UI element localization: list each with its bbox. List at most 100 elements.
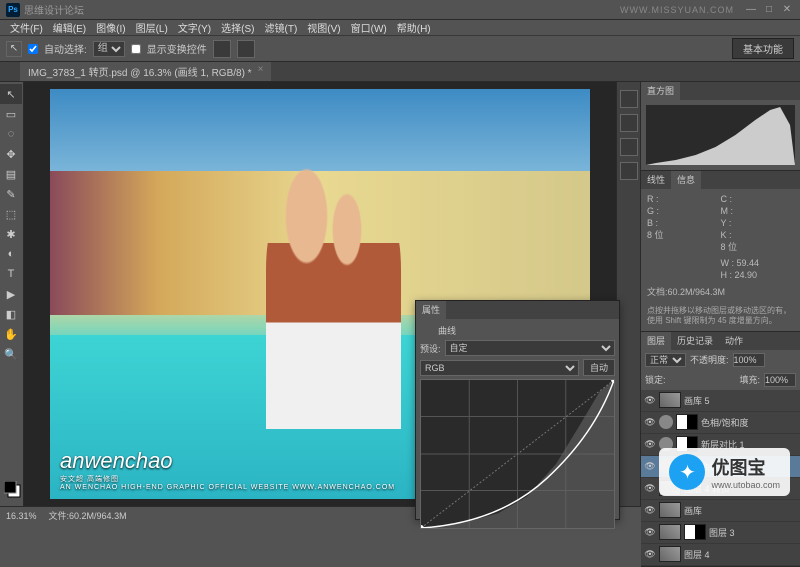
menu-file[interactable]: 文件(F) <box>6 20 47 35</box>
histogram-tab[interactable]: 直方图 <box>641 82 680 100</box>
auto-select-checkbox[interactable] <box>28 44 38 54</box>
crop-tool[interactable]: ▤ <box>0 164 22 184</box>
panel-icon-4[interactable] <box>620 162 638 180</box>
lasso-tool[interactable]: ◌ <box>0 124 22 144</box>
transform-label: 显示变换控件 <box>147 41 207 56</box>
minimize-button[interactable]: — <box>744 4 758 15</box>
move-tool[interactable]: ↖ <box>0 84 22 104</box>
menu-filter[interactable]: 滤镜(T) <box>261 20 302 35</box>
layer-row[interactable]: 👁画库 5 <box>641 390 800 412</box>
menu-window[interactable]: 窗口(W) <box>347 20 391 35</box>
visibility-icon[interactable]: 👁 <box>644 395 656 406</box>
channel-dropdown[interactable]: RGB <box>420 360 579 376</box>
properties-panel[interactable]: 属性 曲线 预设: 自定 RGB自动 <box>415 300 620 520</box>
nav-tab[interactable]: 线性 <box>641 171 671 189</box>
align-icon[interactable] <box>213 40 231 58</box>
visibility-icon[interactable]: 👁 <box>644 527 656 538</box>
menu-help[interactable]: 帮助(H) <box>393 20 435 35</box>
info-tab[interactable]: 信息 <box>671 171 701 189</box>
transform-checkbox[interactable] <box>131 44 141 54</box>
curves-graph[interactable] <box>420 379 615 529</box>
layer-mask <box>676 414 698 430</box>
panel-icon-2[interactable] <box>620 114 638 132</box>
layer-thumb <box>659 524 681 540</box>
stamp-tool[interactable]: ◐ <box>0 244 22 264</box>
zoom-level[interactable]: 16.31% <box>6 511 37 521</box>
layer-mask <box>684 524 706 540</box>
layers-tab[interactable]: 图层 <box>641 332 671 350</box>
preset-dropdown[interactable]: 自定 <box>445 340 615 356</box>
layer-row[interactable]: 👁色相/饱和度 <box>641 412 800 434</box>
menubar: 文件(F) 编辑(E) 图像(I) 图层(L) 文字(Y) 选择(S) 滤镜(T… <box>0 20 800 36</box>
color-swatch[interactable] <box>0 477 23 506</box>
history-tab[interactable]: 历史记录 <box>671 332 719 350</box>
preset-label: 预设: <box>420 342 441 355</box>
wand-tool[interactable]: ✥ <box>0 144 22 164</box>
maximize-button[interactable]: □ <box>762 4 776 15</box>
fill-label: 填充: <box>739 373 760 387</box>
app-title: 思维设计论坛 <box>24 2 620 17</box>
site-watermark: ✦ 优图宝www.utobao.com <box>659 448 790 496</box>
visibility-icon[interactable]: 👁 <box>644 505 656 516</box>
auto-select-dropdown[interactable]: 组 <box>93 41 125 57</box>
eyedropper-tool[interactable]: ✎ <box>0 184 22 204</box>
auto-select-label: 自动选择: <box>44 41 87 56</box>
path-tool[interactable]: ▶ <box>0 284 22 304</box>
document-tabbar: IMG_3783_1 转页.psd @ 16.3% (画线 1, RGB/8) … <box>0 62 800 82</box>
visibility-icon[interactable]: 👁 <box>644 439 656 450</box>
histogram-graph <box>646 105 795 165</box>
adj-type-label: 曲线 <box>438 324 456 337</box>
menu-select[interactable]: 选择(S) <box>217 20 258 35</box>
tool-hint: 点按并拖移以移动图层或移动选区的有，使用 Shift 键限制为 45 度增量方向… <box>641 302 800 331</box>
opacity-input[interactable] <box>733 353 765 367</box>
ps-logo-icon: Ps <box>6 3 20 17</box>
auto-button[interactable]: 自动 <box>583 359 615 376</box>
menu-layer[interactable]: 图层(L) <box>132 20 172 35</box>
blend-mode-dropdown[interactable]: 正常 <box>645 353 686 367</box>
info-panel: 线性 信息 R :G :B :8 位 C :M :Y :K :8 位 W : 5… <box>641 171 800 332</box>
layer-thumb <box>659 392 681 408</box>
close-tab-icon[interactable]: × <box>258 64 264 79</box>
visibility-icon[interactable]: 👁 <box>644 417 656 428</box>
marquee-tool[interactable]: ▭ <box>0 104 22 124</box>
toolbox: ↖ ▭ ◌ ✥ ▤ ✎ ⬚ ✱ ◐ T ▶ ◧ ✋ 🔍 <box>0 82 24 506</box>
doc-size: 文件:60.2M/964.3M <box>49 509 127 522</box>
titlebar: Ps 思维设计论坛 WWW.MISSYUAN.COM — □ ✕ <box>0 0 800 20</box>
brush-tool[interactable]: ✱ <box>0 224 22 244</box>
align-icon-2[interactable] <box>237 40 255 58</box>
layer-thumb <box>659 502 681 518</box>
hand-tool[interactable]: ✋ <box>0 324 22 344</box>
zoom-tool[interactable]: 🔍 <box>0 344 22 364</box>
right-panels: 直方图 线性 信息 R :G :B :8 位 C :M :Y :K :8 位 W… <box>640 82 800 506</box>
visibility-icon[interactable]: 👁 <box>644 549 656 560</box>
fill-input[interactable] <box>764 373 796 387</box>
doc-size-info: 文档:60.2M/964.3M <box>647 285 794 298</box>
document-tab-title: IMG_3783_1 转页.psd @ 16.3% (画线 1, RGB/8) … <box>28 64 252 79</box>
menu-image[interactable]: 图像(I) <box>92 20 129 35</box>
image-watermark: anwenchao 安文超 高端修图 AN WENCHAO HIGH-END G… <box>60 448 395 491</box>
workspace-button[interactable]: 基本功能 <box>732 38 794 59</box>
properties-tab[interactable]: 属性 <box>416 301 446 319</box>
actions-tab[interactable]: 动作 <box>719 332 749 350</box>
layer-row[interactable]: 👁画库 <box>641 500 800 522</box>
layer-row[interactable]: 👁图层 3 <box>641 522 800 544</box>
menu-edit[interactable]: 编辑(E) <box>49 20 90 35</box>
menu-type[interactable]: 文字(Y) <box>174 20 215 35</box>
menu-view[interactable]: 视图(V) <box>303 20 344 35</box>
shape-tool[interactable]: ◧ <box>0 304 22 324</box>
visibility-icon[interactable]: 👁 <box>644 461 656 472</box>
panel-icon-1[interactable] <box>620 90 638 108</box>
type-tool[interactable]: T <box>0 264 22 284</box>
close-button[interactable]: ✕ <box>780 4 794 15</box>
layer-thumb <box>659 546 681 562</box>
document-tab[interactable]: IMG_3783_1 转页.psd @ 16.3% (画线 1, RGB/8) … <box>20 62 271 81</box>
heal-tool[interactable]: ⬚ <box>0 204 22 224</box>
visibility-icon[interactable]: 👁 <box>644 483 656 494</box>
bird-icon: ✦ <box>669 454 705 490</box>
layer-row[interactable]: 👁图层 4 <box>641 544 800 566</box>
opacity-label: 不透明度: <box>690 353 729 367</box>
curves-type-icon <box>420 323 434 337</box>
panel-icon-3[interactable] <box>620 138 638 156</box>
options-bar: ↖ 自动选择: 组 显示变换控件 基本功能 <box>0 36 800 62</box>
current-tool-icon[interactable]: ↖ <box>6 41 22 57</box>
